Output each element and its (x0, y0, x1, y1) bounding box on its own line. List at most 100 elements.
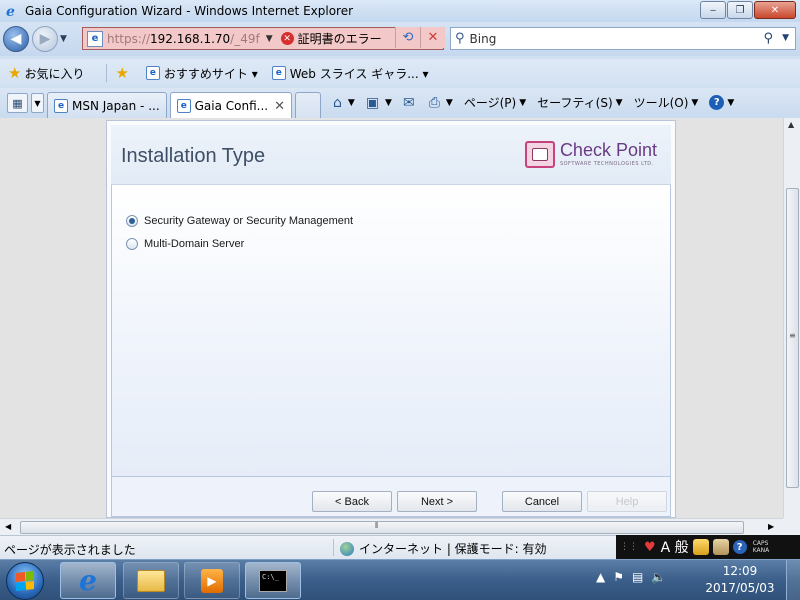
language-bar-help-icon[interactable]: ? (732, 540, 747, 554)
clock[interactable]: 12:09 2017/05/03 (700, 563, 780, 597)
gaia-wizard-panel: Installation Type Check Point SOFTWARE T… (106, 120, 676, 518)
system-tray: ▲ ⚑ ▤ 🔈 (596, 570, 674, 584)
back-button[interactable]: ◀ (3, 26, 29, 52)
certificate-error-label: 証明書のエラー (297, 32, 382, 46)
print-button[interactable]: ⎙ ▼ (429, 95, 453, 111)
page-menu[interactable]: ページ(P) ▼ (464, 94, 526, 111)
back-button[interactable]: < Back (312, 491, 392, 512)
tab-msn-japan[interactable]: e MSN Japan - ... (47, 92, 167, 118)
quick-tabs-icon[interactable]: ▦ (7, 93, 28, 113)
suggested-sites-label: おすすめサイト ▾ (163, 66, 258, 81)
ie-page-icon: e (145, 66, 160, 80)
help-menu[interactable]: ? ▼ (709, 95, 734, 110)
address-bar[interactable]: e https:// 192.168.1.70 /_49f ▼ ✕ 証明書のエラ… (82, 27, 444, 50)
url-host: 192.168.1.70 (150, 31, 231, 46)
command-bar: ⌂ ▼ ▣ ▼ ✉ ⎙ ▼ ページ(P) ▼ セーフティ(S) ▼ ツール(O) ▼ ? ▼ (333, 94, 745, 111)
volume-muted-icon[interactable]: 🔈 (651, 570, 666, 584)
web-slice-gallery-link[interactable]: e Web スライス ギャラ... ▾ (271, 65, 429, 82)
window-title: Gaia Configuration Wizard - Windows Inte… (25, 4, 354, 18)
forward-button[interactable]: ▶ (32, 26, 58, 52)
maximize-button[interactable]: ❐ (727, 1, 753, 19)
clock-time: 12:09 (722, 564, 758, 578)
recent-pages-dropdown[interactable]: ▼ (60, 34, 67, 44)
stop-icon[interactable]: ✕ (420, 27, 445, 48)
web-slice-gallery-label: Web スライス ギャラ... ▾ (289, 66, 429, 81)
internet-explorer-icon: e (79, 564, 97, 597)
tab-gaia-configuration[interactable]: e Gaia Confi... ✕ (170, 92, 292, 119)
vertical-scrollbar[interactable]: ▲ ≡ (783, 118, 800, 518)
ie-page-icon: e (177, 99, 191, 113)
feeds-button[interactable]: ▣ ▼ (366, 95, 392, 111)
show-desktop-button[interactable] (786, 560, 800, 600)
radio-button[interactable] (126, 238, 138, 250)
taskbar: e ▶ C:\_ ▲ ⚑ ▤ 🔈 12:09 2017/05/03 (0, 559, 800, 600)
printer-icon: ⎙ (428, 94, 440, 111)
language-bar-grip-icon[interactable]: ⋮⋮ (620, 542, 638, 552)
ime-mode[interactable]: A 般 (661, 537, 689, 557)
tab-label: Gaia Confi... (194, 99, 269, 113)
divider (333, 539, 334, 556)
start-button[interactable] (6, 562, 44, 600)
tab-list-dropdown-icon[interactable]: ▼ (31, 93, 44, 113)
svg-text:e: e (6, 4, 15, 19)
scroll-left-icon[interactable]: ◀ (5, 522, 11, 531)
new-tab-button[interactable] (295, 92, 321, 118)
refresh-icon[interactable]: ⟲ (395, 27, 420, 48)
media-player-icon: ▶ (201, 568, 223, 593)
scroll-up-icon[interactable]: ▲ (788, 120, 794, 129)
rss-feed-icon: ▣ (365, 94, 380, 111)
close-button[interactable]: ✕ (754, 1, 796, 19)
add-favorite-star-icon: ★ (115, 64, 129, 82)
minimize-button[interactable]: ‒ (700, 1, 726, 19)
option-security-gateway[interactable]: Security Gateway or Security Management (126, 215, 353, 227)
tools-menu[interactable]: ツール(O) ▼ (634, 94, 699, 111)
kana-indicator: KANA (752, 547, 770, 554)
home-button[interactable]: ⌂ ▼ (333, 95, 355, 111)
read-mail-button[interactable]: ✉ (403, 95, 418, 111)
certificate-error-button[interactable]: ✕ 証明書のエラー (280, 30, 382, 47)
ie-page-icon: e (54, 98, 68, 113)
add-to-favorites-bar-button[interactable]: ★ (115, 64, 131, 82)
ime-heart-icon[interactable]: ♥ (644, 540, 656, 555)
address-row: ◀ ▶ ▼ e https:// 192.168.1.70 /_49f ▼ ✕ … (0, 22, 800, 56)
taskbar-command-prompt[interactable]: C:\_ (245, 562, 301, 599)
favorites-label: お気に入り (24, 66, 85, 81)
logo-subtitle: SOFTWARE TECHNOLOGIES LTD. (559, 161, 654, 167)
check-point-logo-icon (524, 141, 555, 168)
ime-tool-icon[interactable] (692, 539, 709, 555)
option-multi-domain-server[interactable]: Multi-Domain Server (126, 238, 244, 250)
taskbar-internet-explorer[interactable]: e (60, 562, 116, 599)
search-icon[interactable]: ⚲ (763, 31, 773, 46)
taskbar-explorer[interactable] (123, 562, 179, 599)
horizontal-scroll-thumb[interactable] (20, 521, 744, 534)
search-input[interactable]: ⚲ Bing ⚲ ▼ (450, 27, 796, 50)
command-prompt-icon: C:\_ (259, 569, 287, 592)
safety-menu[interactable]: セーフティ(S) ▼ (537, 94, 622, 111)
internet-explorer-icon: e (4, 3, 20, 20)
address-tools: ⟲ ✕ (395, 27, 445, 48)
radio-button-checked[interactable] (126, 215, 138, 227)
tab-close-icon[interactable]: ✕ (268, 99, 285, 114)
action-center-flag-icon[interactable]: ⚑ (613, 570, 624, 584)
ie-page-icon: e (271, 66, 286, 80)
network-icon[interactable]: ▤ (632, 570, 643, 584)
search-options-dropdown-icon[interactable]: ▼ (782, 33, 789, 43)
wizard-header: Installation Type Check Point SOFTWARE T… (111, 125, 671, 185)
scroll-grip-icon: ≡ (789, 331, 796, 340)
favorites-button[interactable]: ★ お気に入り (8, 64, 84, 82)
security-zone[interactable]: インターネット | 保護モード: 有効 (340, 540, 547, 557)
next-button[interactable]: Next > (397, 491, 477, 512)
cancel-button[interactable]: Cancel (502, 491, 582, 512)
scroll-right-icon[interactable]: ▶ (768, 522, 774, 531)
ime-pad-icon[interactable] (712, 539, 729, 555)
page-title: Installation Type (121, 145, 266, 167)
home-icon: ⌂ (333, 94, 342, 111)
suggested-sites-link[interactable]: e おすすめサイト ▾ (145, 65, 258, 82)
clock-date: 2017/05/03 (705, 581, 775, 595)
show-hidden-icons-icon[interactable]: ▲ (596, 570, 605, 584)
wizard-footer: < Back Next > Cancel Help (111, 477, 671, 517)
horizontal-scrollbar[interactable]: ◀ ⦀ ▶ (0, 518, 783, 535)
zone-label: インターネット | 保護モード: 有効 (359, 542, 547, 556)
address-dropdown-icon[interactable]: ▼ (266, 34, 273, 44)
taskbar-media-player[interactable]: ▶ (184, 562, 240, 599)
